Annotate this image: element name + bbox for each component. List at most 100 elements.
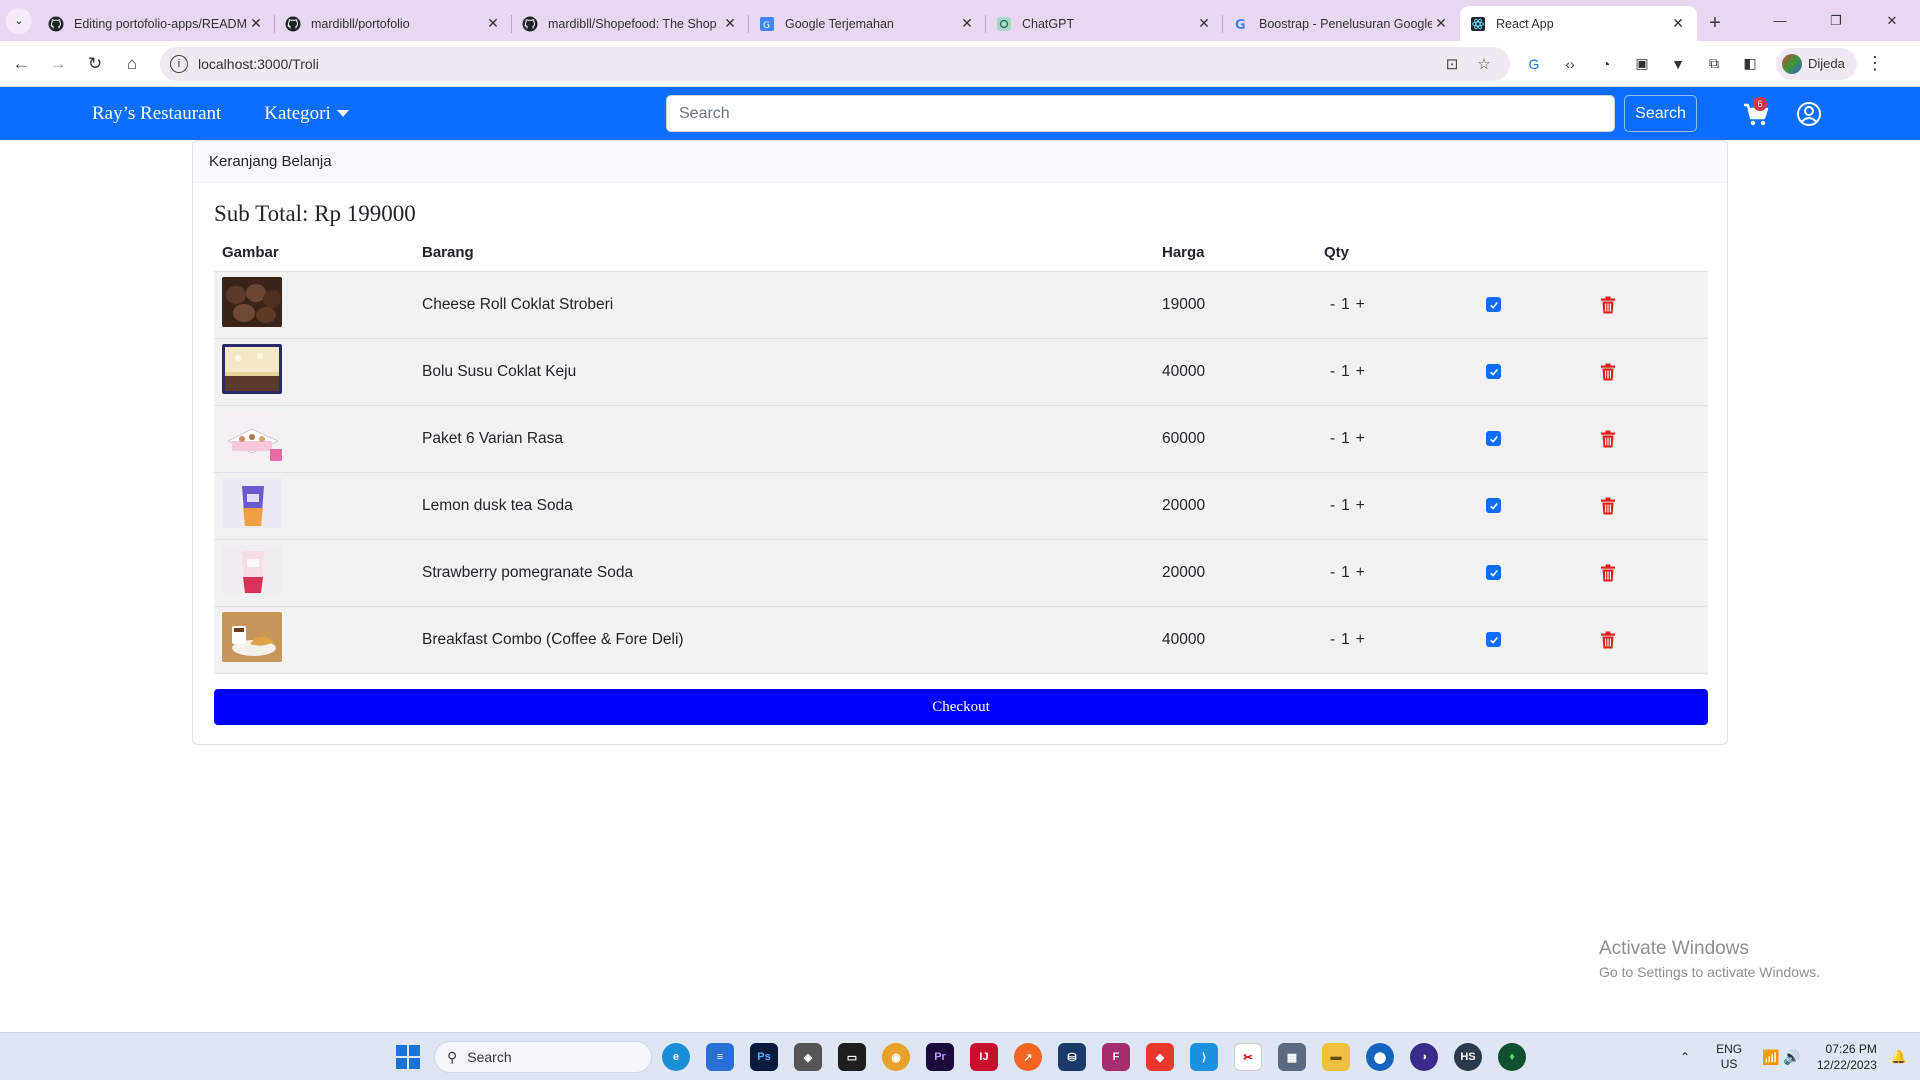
decrement-button[interactable]: -: [1330, 631, 1335, 649]
browser-tab[interactable]: G Google Terjemahan ✕: [749, 6, 986, 41]
home-icon[interactable]: ⌂: [116, 48, 148, 80]
chevron-up-icon[interactable]: ⌃: [1680, 1050, 1690, 1064]
select-checkbox[interactable]: [1486, 431, 1501, 446]
trash-icon[interactable]: [1600, 296, 1616, 314]
taskbar-search[interactable]: ⚲ Search: [434, 1041, 652, 1073]
close-tab-icon[interactable]: ✕: [1195, 15, 1213, 32]
edge-icon[interactable]: e: [662, 1043, 690, 1071]
translate-extension-icon[interactable]: G: [1516, 48, 1552, 80]
browser-tab[interactable]: React App ✕: [1460, 6, 1697, 41]
intellij-icon[interactable]: IJ: [970, 1043, 998, 1071]
browser-tab[interactable]: mardibll/Shopefood: The Shop ✕: [512, 6, 749, 41]
browser-tab[interactable]: ChatGPT ✕: [986, 6, 1223, 41]
increment-button[interactable]: +: [1356, 631, 1365, 649]
search-button[interactable]: Search: [1624, 95, 1697, 132]
figma-icon[interactable]: F: [1102, 1043, 1130, 1071]
bookmark-star-icon[interactable]: ☆: [1468, 55, 1500, 73]
increment-button[interactable]: +: [1356, 430, 1365, 448]
close-tab-icon[interactable]: ✕: [247, 15, 265, 32]
puzzle-icon[interactable]: ⧉: [1696, 48, 1732, 80]
reload-icon[interactable]: ↻: [79, 48, 111, 80]
increment-button[interactable]: +: [1356, 564, 1365, 582]
tab-search-button[interactable]: ⌄: [0, 0, 38, 41]
minimize-icon[interactable]: —: [1752, 0, 1808, 41]
svg-text:G: G: [763, 21, 770, 31]
new-tab-button[interactable]: +: [1697, 6, 1733, 41]
vue-extension-icon[interactable]: ▼: [1660, 48, 1696, 80]
search-input[interactable]: Search: [666, 95, 1615, 132]
decrement-button[interactable]: -: [1330, 497, 1335, 515]
install-app-icon[interactable]: ⊡: [1436, 55, 1468, 73]
quantity-value: 1: [1341, 429, 1350, 447]
table-row: Strawberry pomegranate Soda 20000-1 +: [214, 539, 1708, 607]
sidepanel-icon[interactable]: ◧: [1732, 48, 1768, 80]
mysql-icon[interactable]: ⛁: [1058, 1043, 1086, 1071]
postman-icon[interactable]: ↗: [1014, 1043, 1042, 1071]
wifi-volume-icon[interactable]: 📶 🔊: [1762, 1049, 1801, 1066]
screen-extension-icon[interactable]: ▣: [1624, 48, 1660, 80]
url-text[interactable]: localhost:3000/Troli: [198, 56, 1436, 72]
anydesk-icon[interactable]: ◆: [1146, 1043, 1174, 1071]
photoshop-icon[interactable]: Ps: [750, 1043, 778, 1071]
file-explorer-icon[interactable]: ▬: [1322, 1043, 1350, 1071]
increment-button[interactable]: +: [1356, 296, 1365, 314]
decrement-button[interactable]: -: [1330, 564, 1335, 582]
windows-start-icon[interactable]: [396, 1045, 420, 1069]
decrement-button[interactable]: -: [1330, 430, 1335, 448]
trash-icon[interactable]: [1600, 363, 1616, 381]
mongodb-icon[interactable]: ♦: [1498, 1043, 1526, 1071]
user-icon[interactable]: [1796, 101, 1822, 127]
select-checkbox[interactable]: [1486, 498, 1501, 513]
site-info-icon[interactable]: i: [170, 54, 188, 73]
close-tab-icon[interactable]: ✕: [484, 15, 502, 32]
snipping-tool-icon[interactable]: ✂: [1234, 1043, 1262, 1071]
clock[interactable]: 07:26 PM 12/22/2023: [1817, 1041, 1877, 1073]
brand-link[interactable]: Ray’s Restaurant: [92, 103, 221, 125]
increment-button[interactable]: +: [1356, 497, 1365, 515]
profile-button[interactable]: Dijeda: [1776, 47, 1857, 80]
close-window-icon[interactable]: ✕: [1864, 0, 1920, 41]
menu-icon[interactable]: ⋮: [1857, 53, 1893, 74]
heidisql-icon[interactable]: HS: [1454, 1043, 1482, 1071]
trash-icon[interactable]: [1600, 430, 1616, 448]
increment-button[interactable]: +: [1356, 363, 1365, 381]
maps-icon[interactable]: ⬤: [1366, 1043, 1394, 1071]
close-tab-icon[interactable]: ✕: [958, 15, 976, 32]
decrement-button[interactable]: -: [1330, 363, 1335, 381]
premiere-icon[interactable]: Pr: [926, 1043, 954, 1071]
notification-icon[interactable]: 🔔: [1891, 1049, 1907, 1065]
select-checkbox[interactable]: [1486, 632, 1501, 647]
terminal-icon[interactable]: ▭: [838, 1043, 866, 1071]
browser-tab[interactable]: mardibll/portofolio ✕: [275, 6, 512, 41]
back-icon[interactable]: ←: [5, 48, 37, 80]
trash-icon[interactable]: [1600, 497, 1616, 515]
close-tab-icon[interactable]: ✕: [721, 15, 739, 32]
restore-icon[interactable]: ❐: [1808, 0, 1864, 41]
devtools-extension-icon[interactable]: ‹›: [1552, 48, 1588, 80]
close-tab-icon[interactable]: ✕: [1432, 15, 1450, 32]
close-tab-icon[interactable]: ✕: [1669, 15, 1687, 32]
obs-icon[interactable]: ◑: [1410, 1043, 1438, 1071]
extension-icon[interactable]: ◔: [1588, 48, 1624, 80]
trash-icon[interactable]: [1600, 564, 1616, 582]
checkout-button[interactable]: Checkout: [214, 689, 1708, 725]
language-indicator[interactable]: ENG US: [1716, 1042, 1742, 1072]
select-checkbox[interactable]: [1486, 565, 1501, 580]
select-checkbox[interactable]: [1486, 364, 1501, 379]
vpn-icon[interactable]: ◈: [794, 1043, 822, 1071]
vscode-icon[interactable]: ⟩: [1190, 1043, 1218, 1071]
select-checkbox[interactable]: [1486, 297, 1501, 312]
address-bar[interactable]: i localhost:3000/Troli ⊡ ☆: [160, 46, 1510, 81]
kategori-dropdown[interactable]: Kategori: [264, 103, 349, 125]
browser-tab[interactable]: Editing portofolio-apps/READM ✕: [38, 6, 275, 41]
forward-icon[interactable]: →: [42, 48, 74, 80]
notes-icon[interactable]: ≡: [706, 1043, 734, 1071]
decrement-button[interactable]: -: [1330, 296, 1335, 314]
calculator-icon[interactable]: ▦: [1278, 1043, 1306, 1071]
select-cell: [1476, 338, 1588, 406]
browser-tab[interactable]: G Boostrap - Penelusuran Google ✕: [1223, 6, 1460, 41]
product-price: 19000: [1154, 271, 1316, 339]
chrome-icon[interactable]: ◉: [882, 1043, 910, 1071]
quantity-stepper: -1 +: [1330, 631, 1365, 649]
trash-icon[interactable]: [1600, 631, 1616, 649]
